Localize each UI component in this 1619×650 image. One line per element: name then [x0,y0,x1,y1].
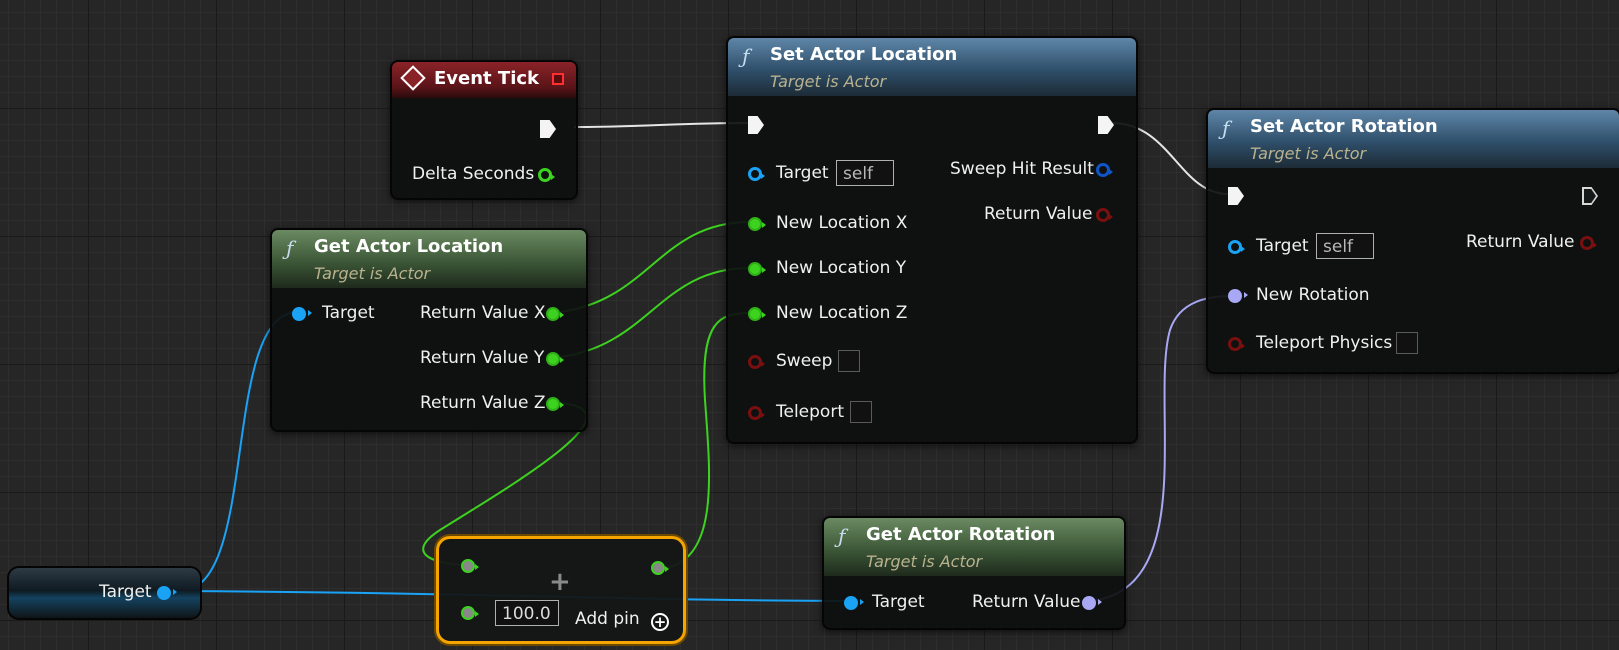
teleport-physics-pin[interactable] [1228,337,1245,351]
event-icon [400,65,426,91]
sweep-label: Sweep [776,351,833,371]
teleport-pin[interactable] [748,406,765,420]
return-value-x-pin[interactable] [546,307,564,321]
function-icon: ƒ [1222,116,1230,140]
event-tick-header: Event Tick [392,62,576,98]
exec-out-pin[interactable] [1582,187,1598,205]
set-actor-location-subtitle: Target is Actor [770,72,887,91]
set-actor-rotation-subtitle: Target is Actor [1250,144,1367,163]
add-value-field[interactable]: 100.0 [495,600,559,626]
set-actor-rotation-header: ƒ Set Actor Rotation Target is Actor [1208,110,1619,168]
return-value-y-label: Return Value Y [420,348,545,368]
exec-wire-tick-to-location [573,122,749,128]
add-input-b-pin[interactable] [461,606,479,620]
return-value-label: Return Value [972,592,1081,612]
sweep-hit-result-label: Sweep Hit Result [950,159,1094,179]
exec-out-pin[interactable] [540,120,556,138]
exec-in-pin[interactable] [748,116,764,134]
get-actor-location-title: Get Actor Location [314,236,504,257]
return-value-pin[interactable] [1096,208,1113,222]
new-rotation-label: New Rotation [1256,285,1370,305]
target-self-field[interactable]: self [1316,233,1374,259]
delta-seconds-pin[interactable] [538,168,555,182]
target-pin[interactable] [292,307,312,321]
get-actor-location-header: ƒ Get Actor Location Target is Actor [272,230,586,288]
return-value-z-pin[interactable] [546,397,564,411]
new-location-z-label: New Location Z [776,303,908,323]
get-actor-rotation-title: Get Actor Rotation [866,524,1056,545]
add-output-pin[interactable] [651,561,669,575]
function-icon: ƒ [286,236,294,260]
set-actor-location-title: Set Actor Location [770,44,958,65]
return-value-pin[interactable] [1082,596,1102,610]
target-label: Target [872,592,925,612]
sweep-checkbox[interactable] [838,350,860,372]
set-actor-location-header: ƒ Set Actor Location Target is Actor [728,38,1136,96]
return-value-z-label: Return Value Z [420,393,546,413]
get-actor-rotation-subtitle: Target is Actor [866,552,983,571]
add-pin-icon[interactable]: + [651,613,669,631]
add-node[interactable]: + 100.0 Add pin + [436,536,686,644]
event-tick-node[interactable]: Event Tick Delta Seconds [390,60,578,200]
target-pin[interactable] [748,167,765,181]
target-label: Target [322,303,375,323]
wire-x [559,221,751,313]
target-variable-label: Target [99,582,152,602]
set-actor-location-node[interactable]: ƒ Set Actor Location Target is Actor Tar… [726,36,1138,444]
target-variable-pin[interactable] [157,586,177,600]
exec-out-pin[interactable] [1098,116,1114,134]
event-tick-title: Event Tick [434,68,540,89]
sweep-pin[interactable] [748,355,765,369]
return-value-x-label: Return Value X [420,303,546,323]
return-value-pin[interactable] [1580,236,1597,250]
new-location-y-label: New Location Y [776,258,907,278]
target-pin[interactable] [844,596,864,610]
function-icon: ƒ [742,44,750,68]
target-label: Target [776,163,829,183]
target-label: Target [1256,236,1309,256]
new-location-z-pin[interactable] [748,307,766,321]
target-pin[interactable] [1228,240,1245,254]
wire-y [559,267,751,358]
return-value-label: Return Value [984,204,1093,224]
add-pin-label[interactable]: Add pin [575,609,640,629]
new-location-x-label: New Location X [776,213,908,233]
teleport-physics-checkbox[interactable] [1396,332,1418,354]
add-operator-icon: + [549,567,571,597]
sweep-hit-result-pin[interactable] [1096,163,1113,177]
exec-in-pin[interactable] [1228,187,1244,205]
get-actor-rotation-node[interactable]: ƒ Get Actor Rotation Target is Actor Tar… [822,516,1126,630]
get-actor-location-node[interactable]: ƒ Get Actor Location Target is Actor Tar… [270,228,588,432]
add-input-a-pin[interactable] [461,559,479,573]
teleport-label: Teleport [776,402,844,422]
get-actor-rotation-header: ƒ Get Actor Rotation Target is Actor [824,518,1124,576]
new-location-x-pin[interactable] [748,217,766,231]
set-actor-rotation-node[interactable]: ƒ Set Actor Rotation Target is Actor Tar… [1206,108,1619,374]
stop-icon[interactable] [552,73,564,85]
teleport-checkbox[interactable] [850,401,872,423]
new-rotation-pin[interactable] [1228,289,1248,303]
return-value-y-pin[interactable] [546,352,564,366]
teleport-physics-label: Teleport Physics [1256,333,1393,353]
return-value-label: Return Value [1466,232,1575,252]
new-location-y-pin[interactable] [748,262,766,276]
target-variable-node[interactable]: Target [7,566,202,620]
delta-seconds-label: Delta Seconds [412,164,535,184]
function-icon: ƒ [838,524,846,548]
set-actor-rotation-title: Set Actor Rotation [1250,116,1438,137]
get-actor-location-subtitle: Target is Actor [314,264,431,283]
target-self-field[interactable]: self [836,160,894,186]
